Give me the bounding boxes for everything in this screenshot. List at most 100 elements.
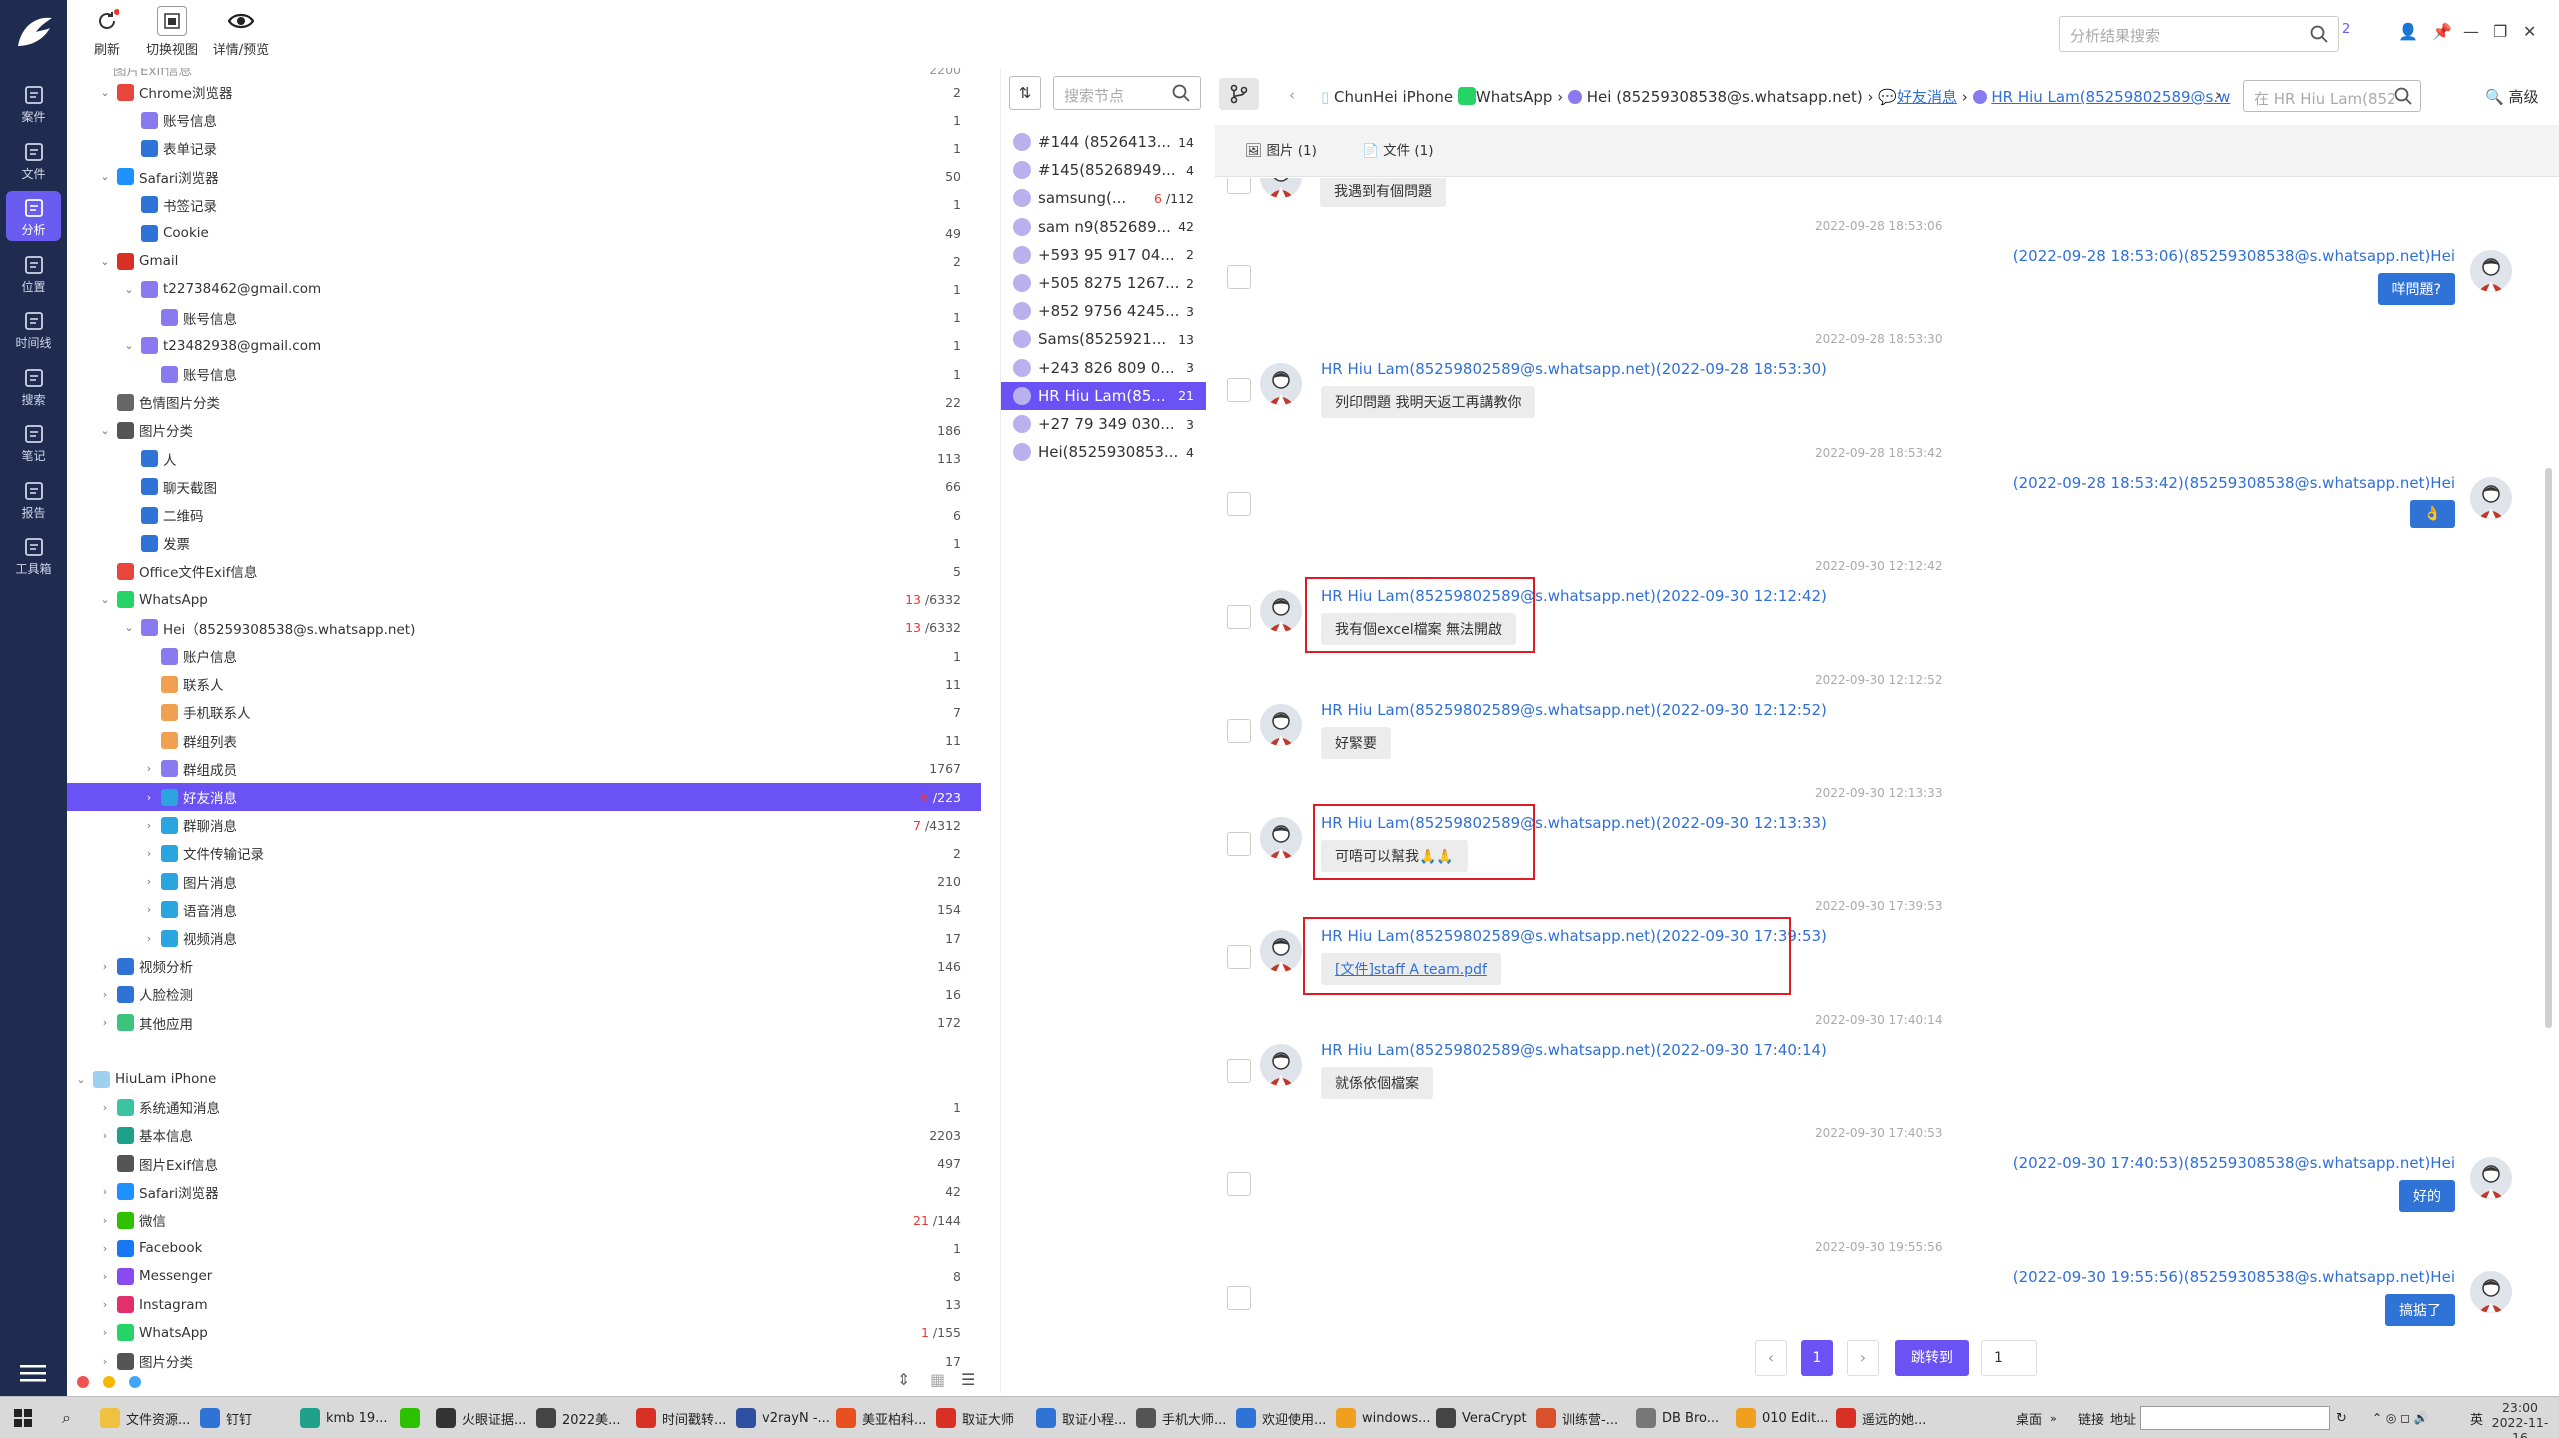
tree-row[interactable]: 账号信息 1	[67, 360, 981, 388]
analysis-search-input[interactable]: 分析结果搜索	[2059, 16, 2339, 52]
chevron-right-icon[interactable]: ›	[143, 819, 155, 832]
chevron-right-icon[interactable]: ›	[143, 762, 155, 775]
message-checkbox[interactable]	[1227, 832, 1251, 856]
taskbar-app[interactable]: 火眼证据...	[436, 1406, 526, 1430]
crumb-category[interactable]: 好友消息	[1897, 88, 1957, 106]
tree-row[interactable]: › 其他应用 172	[67, 1009, 981, 1037]
tree-row[interactable]: › WhatsApp 1 /155	[67, 1319, 981, 1347]
tree-row[interactable]: 聊天截图 66	[67, 473, 981, 501]
taskbar-app[interactable]: 遥远的她...	[1836, 1406, 1926, 1430]
node-row[interactable]: +852 9756 4245... 3	[1001, 297, 1206, 325]
taskbar-app[interactable]: kmb 19...	[300, 1406, 388, 1430]
chevron-down-icon[interactable]: ⌄	[99, 593, 111, 606]
tree-row[interactable]: › 视频分析 146	[67, 952, 981, 980]
nav-item-4[interactable]: 时间线	[6, 304, 61, 354]
tree-row[interactable]: › Messenger 8	[67, 1262, 981, 1290]
tree-row[interactable]: ⌄ Hei（85259308538@s.whatsapp.net) 13 /6332	[67, 614, 981, 642]
node-row[interactable]: +27 79 349 030... 3	[1001, 410, 1206, 438]
node-row[interactable]: samsung(... 6 /112	[1001, 184, 1206, 212]
tree-row[interactable]: ⌄ Gmail 2	[67, 247, 981, 275]
page-number-button[interactable]: 1	[1801, 1340, 1833, 1376]
chevron-right-icon[interactable]: ›	[99, 1129, 111, 1142]
chevron-right-icon[interactable]: ›	[99, 988, 111, 1001]
node-row[interactable]: Sams(8525921... 13	[1001, 325, 1206, 353]
message-checkbox[interactable]	[1227, 1285, 1251, 1310]
node-row[interactable]: Hei(8525930853... 4	[1001, 438, 1206, 466]
chevron-right-icon[interactable]: ›	[143, 847, 155, 860]
taskbar-app[interactable]: 训练营-...	[1536, 1406, 1618, 1430]
taskbar-app[interactable]: 钉钉	[200, 1406, 252, 1430]
tree-row[interactable]: ⌄ Safari浏览器 50	[67, 163, 981, 191]
page-input[interactable]: 1	[1981, 1340, 2037, 1376]
nav-item-7[interactable]: 报告	[6, 474, 61, 524]
tree-row[interactable]: 账户信息 1	[67, 642, 981, 670]
tree-row[interactable]: › 系统通知消息 1	[67, 1093, 981, 1121]
nav-item-3[interactable]: 位置	[6, 248, 61, 298]
taskbar-app[interactable]: 手机大师...	[1136, 1406, 1226, 1430]
ime-indicator[interactable]: 英	[2470, 1406, 2483, 1430]
node-row[interactable]: +593 95 917 04... 2	[1001, 241, 1206, 269]
node-row[interactable]: +505 8275 1267... 2	[1001, 269, 1206, 297]
close-icon[interactable]: ✕	[2523, 22, 2536, 41]
chevron-right-icon[interactable]: ›	[99, 1214, 111, 1227]
tree-row[interactable]: Cookie 49	[67, 219, 981, 247]
chevron-right-icon[interactable]: ›	[143, 932, 155, 945]
minimize-icon[interactable]: —	[2463, 22, 2479, 41]
tree-row[interactable]: › 好友消息 6 /223	[67, 783, 981, 811]
tree-row[interactable]: ⌄ 图片分类 186	[67, 416, 981, 444]
chevron-down-icon[interactable]: ⌄	[99, 86, 111, 99]
chevron-right-icon[interactable]: ›	[143, 903, 155, 916]
tree-row[interactable]: 群组列表 11	[67, 727, 981, 755]
tree-row[interactable]: 表单记录 1	[67, 134, 981, 162]
taskbar-clock[interactable]: 23:00 2022-11-16	[2490, 1400, 2550, 1438]
taskbar-app[interactable]	[400, 1406, 426, 1430]
tree-row[interactable]: 图片Exif信息 497	[67, 1150, 981, 1178]
chat-search-input[interactable]: 在 HR Hiu Lam(852!	[2243, 80, 2421, 112]
sort-icon[interactable]: ⇅	[1009, 76, 1041, 110]
collapse-all-icon[interactable]: ⇕	[897, 1370, 910, 1389]
node-row[interactable]: HR Hiu Lam(85... 21	[1001, 381, 1206, 410]
taskbar-app[interactable]: 取证大师	[936, 1406, 1014, 1430]
tree-row[interactable]: › 基本信息 2203	[67, 1121, 981, 1149]
message-checkbox[interactable]	[1227, 605, 1251, 630]
detail-preview-button[interactable]: 详情/预览	[204, 6, 278, 58]
message-checkbox[interactable]	[1227, 945, 1251, 970]
taskbar-address-label[interactable]: 地址	[2110, 1406, 2136, 1430]
chevron-right-icon[interactable]: ›	[99, 1326, 111, 1339]
jump-to-button[interactable]: 跳转到	[1895, 1340, 1969, 1376]
chevron-right-icon[interactable]: ›	[99, 1242, 111, 1255]
message-checkbox[interactable]	[1227, 378, 1251, 403]
chevron-down-icon[interactable]: ⌄	[99, 255, 111, 268]
taskbar-app[interactable]: windows...	[1336, 1406, 1431, 1430]
tree-row[interactable]: ⌄ t22738462@gmail.com 1	[67, 275, 981, 303]
chevron-right-icon[interactable]: ›	[99, 1101, 111, 1114]
chevron-right-icon[interactable]: ›	[99, 1355, 111, 1368]
taskbar-app[interactable]: DB Bro...	[1636, 1406, 1719, 1430]
taskbar-app[interactable]: 010 Edit...	[1736, 1406, 1829, 1430]
tree-row[interactable]: › 群聊消息 7 /4312	[67, 811, 981, 839]
tab-images[interactable]: 🖼 图片 (1)	[1245, 139, 1317, 159]
user-icon[interactable]: 👤	[2398, 22, 2418, 41]
tree-row[interactable]: 联系人 11	[67, 670, 981, 698]
nav-item-6[interactable]: 笔记	[6, 417, 61, 467]
taskbar-app[interactable]: VeraCrypt	[1436, 1406, 1527, 1430]
maximize-icon[interactable]: ❐	[2493, 22, 2507, 41]
tree-row[interactable]: › 语音消息 154	[67, 896, 981, 924]
tree-row[interactable]: › 文件传输记录 2	[67, 839, 981, 867]
next-page-button[interactable]: ›	[1847, 1340, 1879, 1376]
taskbar-app[interactable]: 取证小程...	[1036, 1406, 1126, 1430]
tree-row[interactable]: 发票 1	[67, 529, 981, 557]
tree-row[interactable]: 二维码 6	[67, 501, 981, 529]
chevron-right-icon[interactable]: ›	[99, 960, 111, 973]
message-checkbox[interactable]	[1227, 1058, 1251, 1083]
refresh-button[interactable]: 刷新	[87, 6, 127, 58]
taskbar-app[interactable]: v2rayN -...	[736, 1406, 830, 1430]
nav-item-2[interactable]: 分析	[6, 191, 61, 241]
message-checkbox[interactable]	[1227, 265, 1251, 289]
nav-item-1[interactable]: 文件	[6, 135, 61, 185]
chevron-down-icon[interactable]: ⌄	[99, 424, 111, 437]
tree-row[interactable]: › 视频消息 17	[67, 924, 981, 952]
chevron-right-icon[interactable]: ›	[99, 1298, 111, 1311]
tree-row[interactable]: 人 113	[67, 445, 981, 473]
tree-row[interactable]: 色情图片分类 22	[67, 388, 981, 416]
